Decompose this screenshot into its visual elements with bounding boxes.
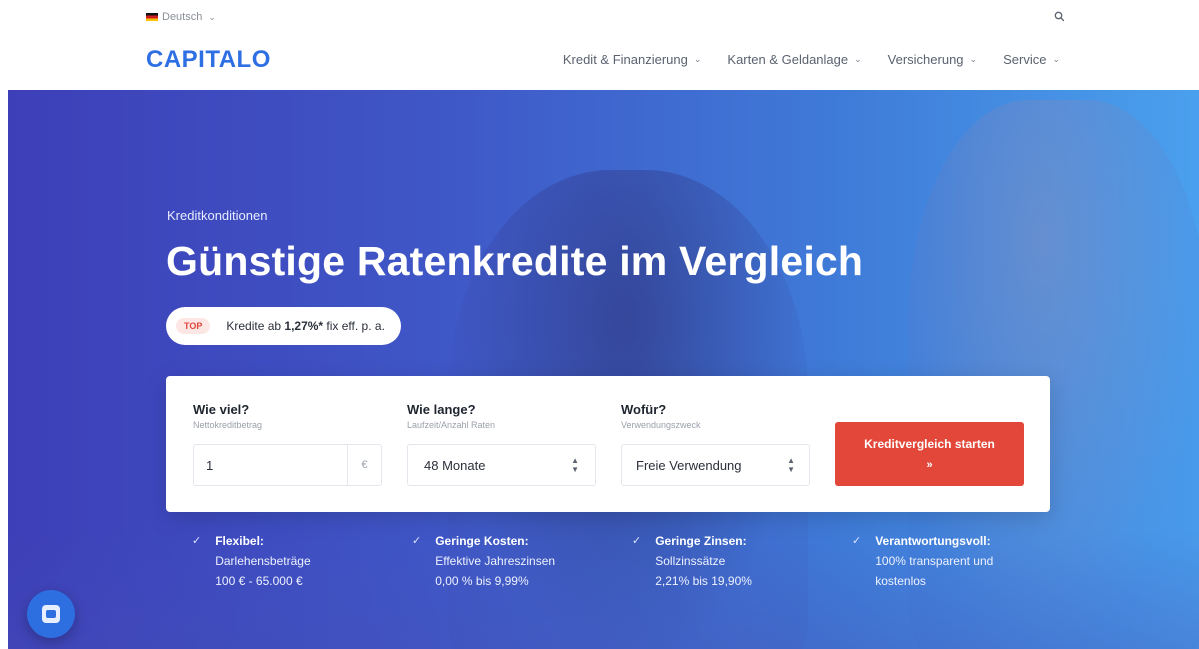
german-flag-icon (146, 13, 158, 21)
cta-label: Kreditvergleich starten (864, 437, 995, 451)
euro-unit: € (347, 445, 381, 485)
feature-line: kostenlos (875, 574, 926, 588)
loan-calculator-card: Wie viel? Nettokreditbetrag 1 € Wie lang… (166, 376, 1050, 512)
double-chevron-right-icon: » (926, 459, 933, 471)
amount-field-group: Wie viel? Nettokreditbetrag (193, 402, 262, 430)
main-navbar: CAPITALO Kredit & Finanzierung ⌄ Karten … (0, 34, 1199, 90)
chat-widget-button[interactable] (27, 590, 75, 638)
top-utility-bar: Deutsch ⌄ (0, 0, 1199, 34)
amount-sublabel: Nettokreditbetrag (193, 420, 263, 430)
search-icon[interactable] (1053, 10, 1067, 24)
check-icon: ✓ (632, 535, 642, 547)
feature-line: Darlehensbeträge (215, 554, 311, 568)
chat-icon (42, 605, 60, 623)
hero-eyebrow: Kreditkonditionen (167, 208, 268, 223)
offer-pill: TOP Kredite ab 1,27%* fix eff. p. a. (166, 307, 401, 345)
nav-item-versicherung[interactable]: Versicherung ⌄ (888, 52, 977, 67)
feature-line: 100 € - 65.000 € (215, 574, 303, 588)
nav-item-kredit[interactable]: Kredit & Finanzierung ⌄ (563, 52, 702, 67)
feature-title: Flexibel: (215, 534, 264, 548)
purpose-sublabel: Verwendungszweck (621, 420, 701, 430)
duration-select[interactable]: 48 Monate ▲ ▼ (407, 444, 596, 486)
duration-sublabel: Laufzeit/Anzahl Raten (407, 420, 496, 430)
check-icon: ✓ (192, 535, 202, 547)
feature-item: ✓ Geringe Kosten: Effektive Jahreszinsen… (412, 531, 632, 591)
select-arrows-icon: ▲ ▼ (787, 456, 795, 474)
amount-value: 1 (206, 457, 214, 473)
purpose-value: Freie Verwendung (636, 457, 742, 473)
purpose-label: Wofür? (621, 402, 667, 417)
nav-item-service[interactable]: Service ⌄ (1003, 52, 1060, 67)
chevron-down-icon: ⌄ (208, 11, 216, 22)
feature-line: 100% transparent und (875, 554, 994, 568)
chevron-down-icon: ⌄ (1052, 54, 1060, 64)
capitalo-logo[interactable]: CAPITALO (146, 46, 271, 74)
feature-item: ✓ Flexibel: Darlehensbeträge 100 € - 65.… (192, 531, 412, 591)
top-badge: TOP (176, 318, 211, 334)
check-icon: ✓ (412, 535, 422, 547)
feature-title: Verantwortungsvoll: (875, 534, 991, 548)
page-title: Günstige Ratenkredite im Vergleich (166, 238, 864, 284)
purpose-field-group: Wofür? Verwendungszweck (621, 402, 701, 430)
main-nav: Kredit & Finanzierung ⌄ Karten & Geldanl… (563, 52, 1060, 67)
chevron-down-icon: ⌄ (854, 54, 862, 64)
chevron-down-icon: ⌄ (969, 54, 978, 64)
duration-label: Wie lange? (407, 402, 476, 417)
offer-text: Kredite ab 1,27%* fix eff. p. a. (226, 319, 385, 333)
feature-list: ✓ Flexibel: Darlehensbeträge 100 € - 65.… (192, 531, 1072, 591)
duration-field-group: Wie lange? Laufzeit/Anzahl Raten (407, 402, 495, 430)
nav-item-label: Karten & Geldanlage (727, 52, 849, 67)
purpose-select[interactable]: Freie Verwendung ▲ ▼ (621, 444, 810, 486)
feature-line: 2,21% bis 19,90% (655, 574, 752, 588)
feature-line: Effektive Jahreszinsen (435, 554, 556, 568)
select-arrows-icon: ▲ ▼ (571, 456, 579, 474)
feature-line: Sollzinssätze (655, 554, 726, 568)
chevron-down-icon: ⌄ (693, 54, 702, 64)
nav-item-karten[interactable]: Karten & Geldanlage ⌄ (727, 52, 861, 67)
feature-item: ✓ Geringe Zinsen: Sollzinssätze 2,21% bi… (632, 531, 852, 591)
feature-title: Geringe Zinsen: (655, 534, 747, 548)
nav-item-label: Service (1003, 52, 1047, 67)
feature-title: Geringe Kosten: (435, 534, 529, 548)
language-selector[interactable]: Deutsch ⌄ (146, 11, 216, 23)
check-icon: ✓ (852, 535, 862, 547)
offer-rate: 1,27%* (284, 319, 324, 333)
duration-value: 48 Monate (424, 457, 486, 473)
hero-section: Kreditkonditionen Günstige Ratenkredite … (8, 90, 1199, 649)
nav-item-label: Versicherung (887, 52, 964, 67)
feature-line: 0,00 % bis 9,99% (435, 574, 529, 588)
amount-label: Wie viel? (193, 402, 250, 417)
nav-item-label: Kredit & Finanzierung (562, 52, 688, 67)
start-comparison-button[interactable]: Kreditvergleich starten » (835, 422, 1024, 486)
language-label: Deutsch (162, 11, 203, 23)
amount-input[interactable]: 1 € (193, 444, 382, 486)
feature-item: ✓ Verantwortungsvoll: 100% transparent u… (852, 531, 1072, 591)
offer-suffix: fix eff. p. a. (323, 319, 385, 333)
offer-prefix: Kredite ab (226, 319, 285, 333)
